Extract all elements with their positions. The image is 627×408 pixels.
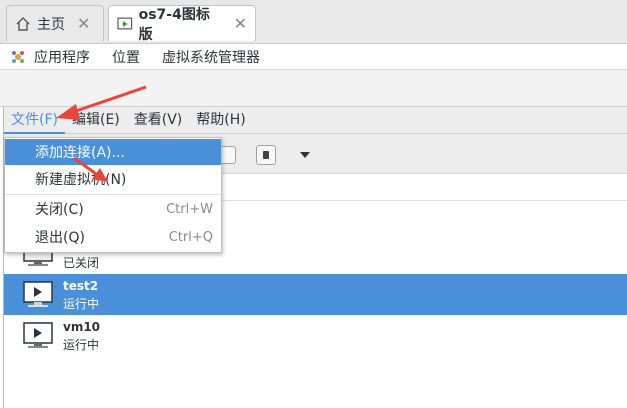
menu-item-label: 新建虚拟机(N) xyxy=(35,172,127,188)
menu-item-label: 添加连接(A)... xyxy=(35,145,125,161)
menu-item-label: 关闭(C) xyxy=(35,202,84,218)
close-icon[interactable]: ✕ xyxy=(234,14,247,33)
vm-name: test2 xyxy=(63,279,99,293)
applications-icon xyxy=(12,50,24,63)
tab-label: 主页 xyxy=(37,16,65,33)
close-icon[interactable]: ✕ xyxy=(77,14,90,33)
menu-item-close[interactable]: 关闭(C) Ctrl+W xyxy=(5,196,221,222)
app-menubar: 文件(F) 编辑(E) 查看(V) 帮助(H) xyxy=(4,107,627,134)
menu-item-label: 退出(Q) xyxy=(35,230,85,246)
menu-item-shortcut: Ctrl+Q xyxy=(168,229,213,245)
tab-os7-4[interactable]: os7-4图标版 ✕ xyxy=(108,5,256,43)
menu-virt-manager[interactable]: 虚拟系统管理器 xyxy=(162,47,260,67)
menu-edit[interactable]: 编辑(E) xyxy=(65,107,127,134)
monitor-running-icon xyxy=(23,322,53,348)
vm-console-icon xyxy=(117,17,133,29)
menu-places[interactable]: 位置 xyxy=(112,47,140,67)
desktop-menubar: 应用程序 位置 虚拟系统管理器 xyxy=(0,44,627,69)
menu-item-quit[interactable]: 退出(Q) Ctrl+Q xyxy=(5,224,221,250)
vm-row-vm10[interactable]: vm10 运行中 xyxy=(4,315,627,356)
menu-separator xyxy=(5,194,221,195)
menu-item-new-vm[interactable]: 新建虚拟机(N) xyxy=(5,166,221,192)
menu-help[interactable]: 帮助(H) xyxy=(189,107,252,134)
home-icon xyxy=(16,16,30,31)
browser-tab-bar: 主页 ✕ os7-4图标版 ✕ xyxy=(0,0,627,44)
menu-applications[interactable]: 应用程序 xyxy=(34,47,90,67)
tab-label: os7-4图标版 xyxy=(138,6,210,43)
shutdown-button[interactable] xyxy=(256,145,276,165)
top-panel-strip xyxy=(0,69,627,107)
menu-file[interactable]: 文件(F) xyxy=(4,107,65,134)
menu-item-shortcut: Ctrl+W xyxy=(166,201,213,217)
tab-home[interactable]: 主页 ✕ xyxy=(6,5,104,41)
monitor-running-icon xyxy=(23,281,53,307)
vm-state: 运行中 xyxy=(63,338,100,352)
vm-state: 已关闭 xyxy=(63,256,100,270)
stop-icon xyxy=(263,151,269,159)
file-menu-dropdown: 添加连接(A)... 新建虚拟机(N) 关闭(C) Ctrl+W 退出(Q) C… xyxy=(4,137,222,253)
menu-view[interactable]: 查看(V) xyxy=(127,107,190,134)
vm-name: vm10 xyxy=(63,320,101,334)
vm-row-test2[interactable]: test2 运行中 xyxy=(4,274,627,315)
chevron-down-icon[interactable] xyxy=(300,152,310,158)
menu-item-add-connection[interactable]: 添加连接(A)... xyxy=(5,139,221,165)
vm-state: 运行中 xyxy=(63,297,100,311)
